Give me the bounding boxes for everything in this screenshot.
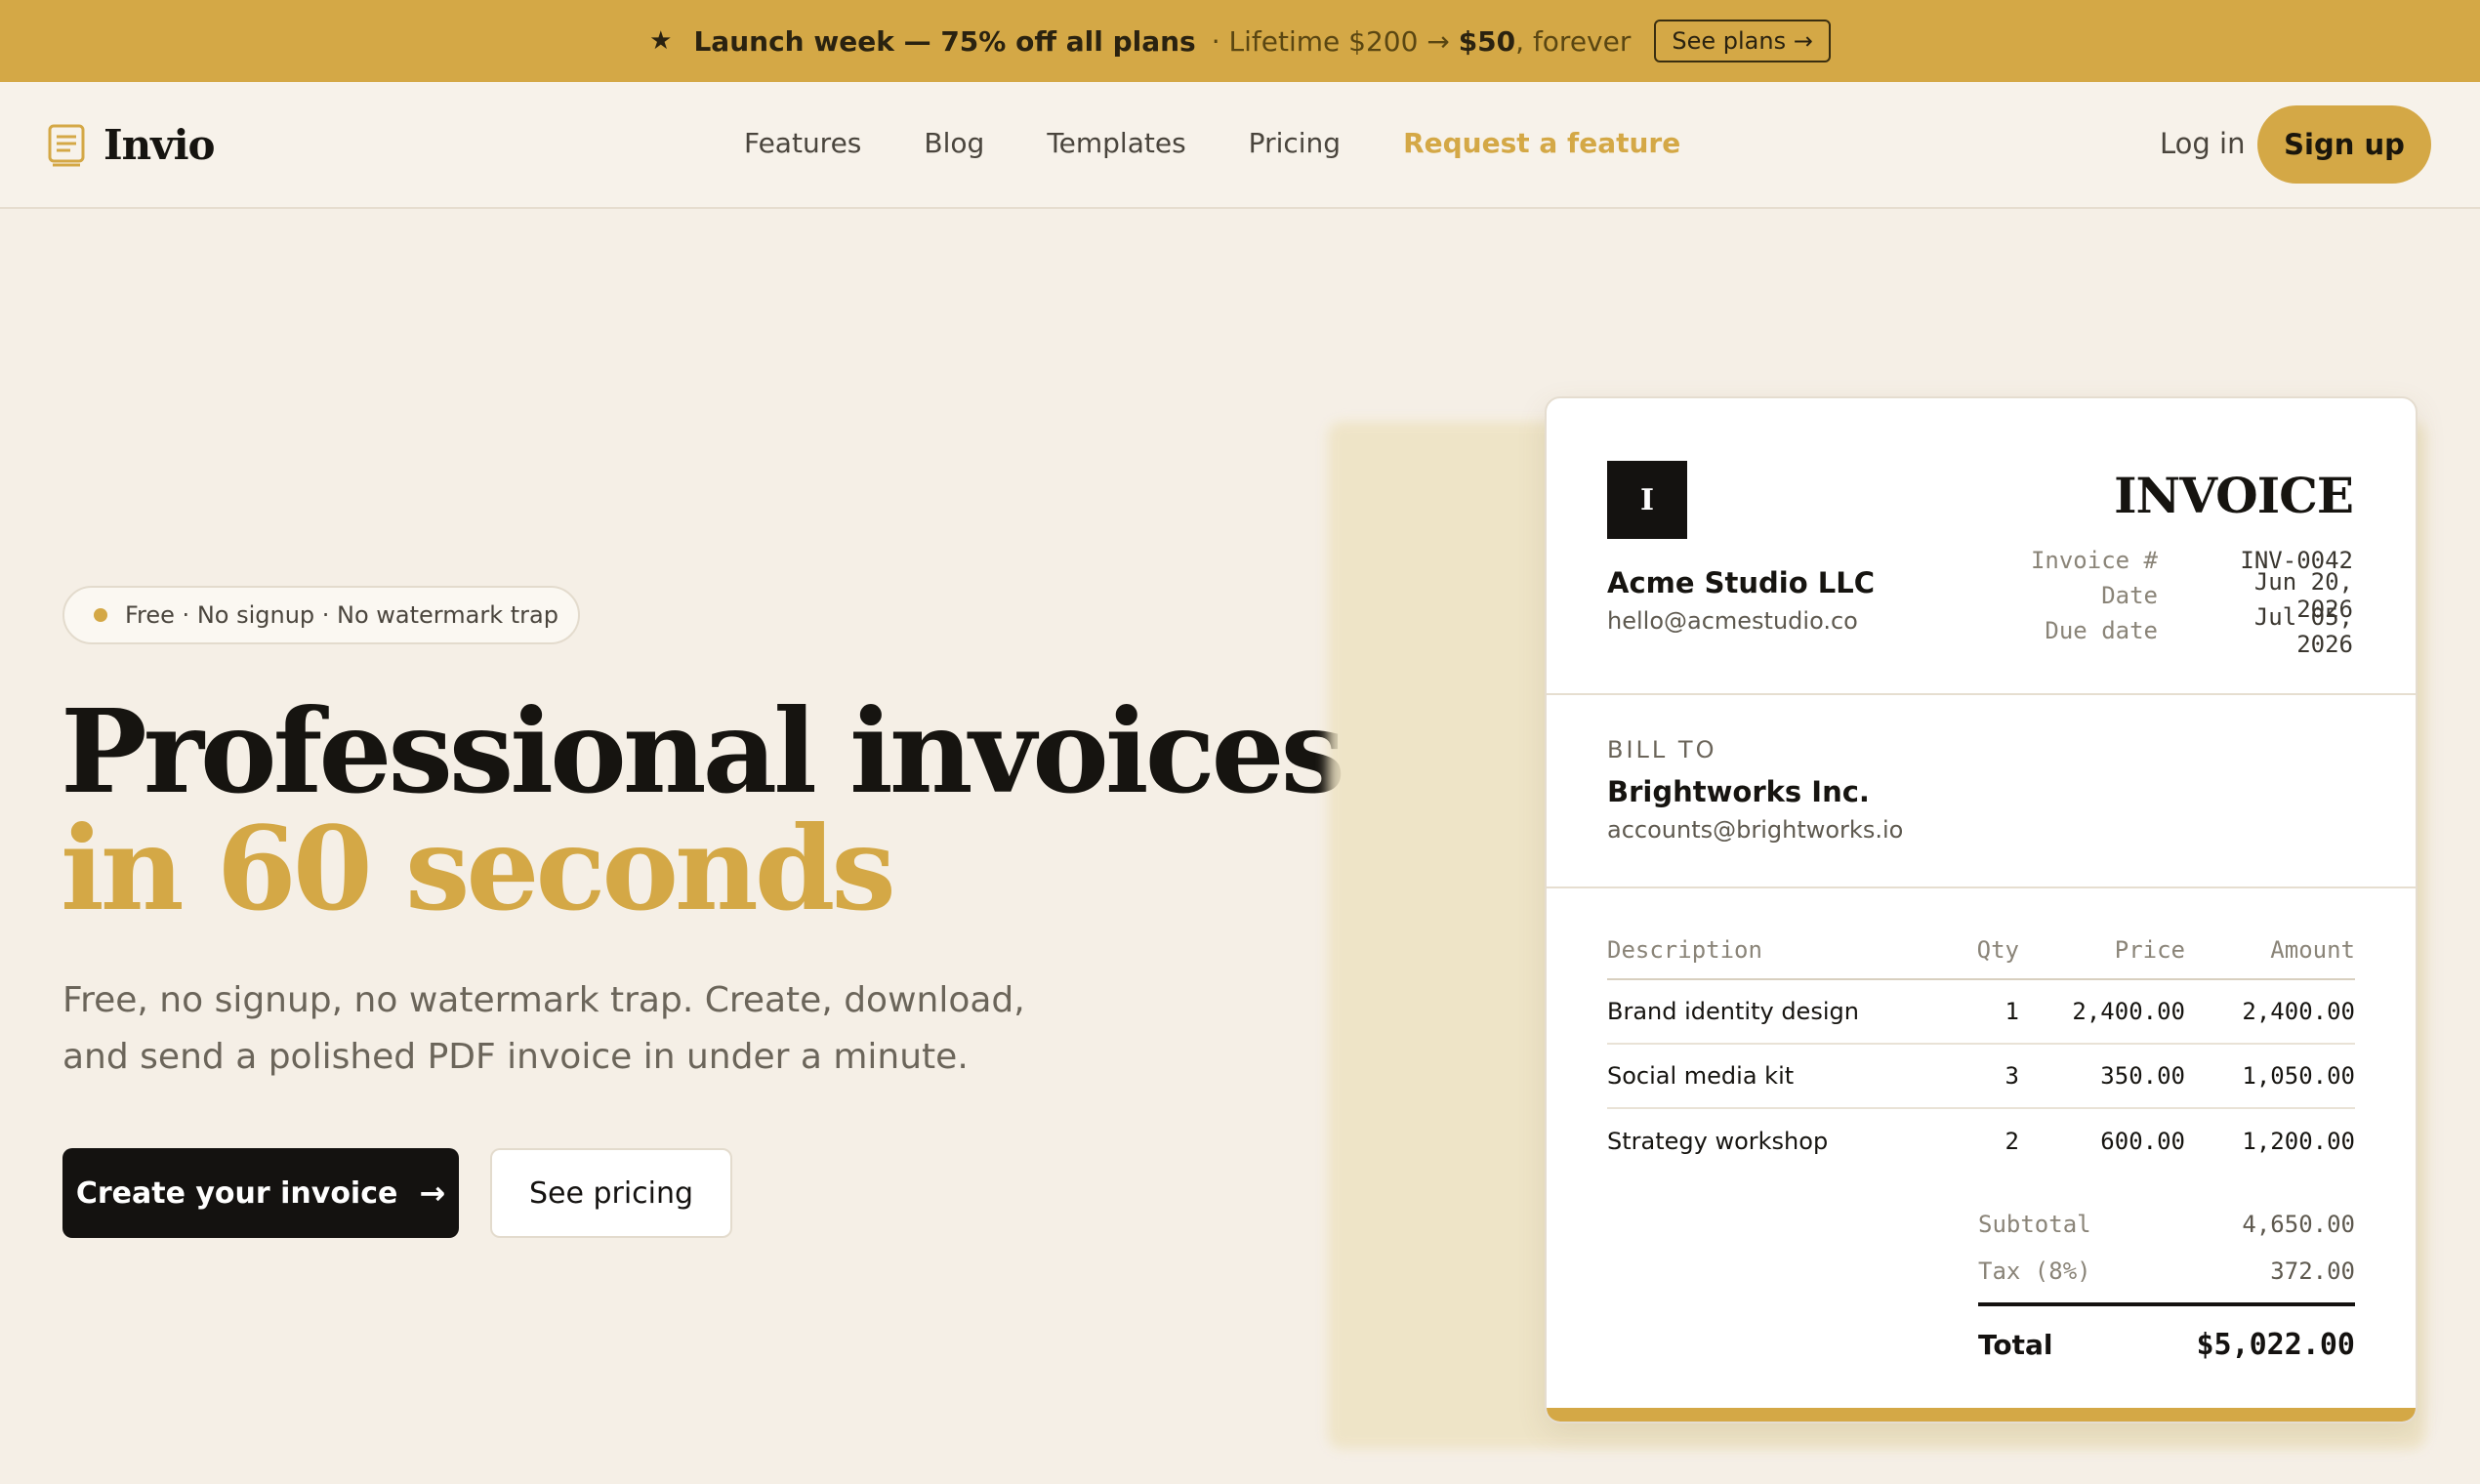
meta-row: Due date Jul 05, 2026 [2002,603,2353,658]
from-company-email: hello@acmestudio.co [1607,607,1858,635]
item-qty: 2 [2005,1128,2019,1155]
column-header-description: Description [1607,936,1762,964]
item-amount: 2,400.00 [2242,998,2355,1025]
invoice-title: INVOICE [2114,467,2354,524]
see-pricing-label: See pricing [528,1175,694,1211]
hero-badge-text: Free · No signup · No watermark trap [125,601,558,629]
signup-button[interactable]: Sign up [2257,105,2431,184]
invoice-totals: Subtotal 4,650.00 Tax (8%) 372.00 Total … [1978,1201,2355,1382]
create-invoice-button[interactable]: Create your invoice → [62,1148,459,1238]
table-row: Brand identity design 1 2,400.00 2,400.0… [1607,980,2355,1045]
promo-lifetime-offer: · Lifetime $200 → $50, forever [1212,25,1632,58]
divider [1547,886,2416,888]
create-invoice-label: Create your invoice [75,1175,398,1211]
hero-title-line1: Professional invoices [61,683,1345,819]
total-label: Total [1978,1328,2053,1361]
meta-key: Invoice # [2030,547,2158,574]
total-value: $5,022.00 [2196,1327,2355,1362]
brand-logo[interactable]: Invio [47,121,216,169]
item-amount: 1,200.00 [2242,1128,2355,1155]
item-description: Strategy workshop [1607,1128,1829,1155]
promo-headline: Launch week — 75% off all plans [693,24,1196,58]
see-pricing-button[interactable]: See pricing [490,1148,732,1238]
brand-name: Invio [103,121,216,169]
meta-value: Jul 05, 2026 [2253,603,2353,658]
tax-row: Tax (8%) 372.00 [1978,1248,2355,1295]
nav-link-features[interactable]: Features [744,127,861,159]
item-description: Brand identity design [1607,998,1859,1025]
subtotal-label: Subtotal [1978,1211,2091,1238]
hero-title: Professional invoices in 60 seconds [61,693,1345,936]
invoice-logo-icon [48,124,85,166]
item-price: 600.00 [2100,1128,2185,1155]
table-header: Description Qty Price Amount [1607,922,2355,980]
bill-to-label: BILL TO [1607,736,1717,763]
invoice-preview: I INVOICE Acme Studio LLC hello@acmestud… [1545,396,2418,1423]
subtotal-row: Subtotal 4,650.00 [1978,1201,2355,1248]
promo-lifetime-suffix: , forever [1515,24,1632,58]
hero-badge: Free · No signup · No watermark trap [62,586,580,644]
promo-lifetime-price: $50 [1458,24,1516,58]
login-link[interactable]: Log in [2160,127,2245,160]
subtotal-value: 4,650.00 [2242,1211,2355,1238]
item-qty: 3 [2005,1062,2019,1090]
hero-title-line2: in 60 seconds [61,801,896,936]
item-price: 2,400.00 [2072,998,2185,1025]
badge-dot-icon [94,608,107,622]
company-logo: I [1607,461,1687,539]
promo-lifetime-prefix: · Lifetime $200 → [1211,24,1459,58]
bill-to-email: accounts@brightworks.io [1607,816,1904,844]
column-header-qty: Qty [1976,936,2019,964]
item-amount: 1,050.00 [2242,1062,2355,1090]
item-qty: 1 [2005,998,2019,1025]
total-row: Total $5,022.00 [1978,1306,2355,1382]
nav-link-blog[interactable]: Blog [924,127,984,159]
table-row: Strategy workshop 2 600.00 1,200.00 [1607,1109,2355,1174]
item-description: Social media kit [1607,1062,1795,1090]
invoice-meta: Invoice # INV-0042 Date Jun 20, 2026 Due d… [2002,543,2353,658]
nav-link-templates[interactable]: Templates [1047,127,1185,159]
tax-label: Tax (8%) [1978,1257,2091,1285]
nav-link-pricing[interactable]: Pricing [1249,127,1341,159]
meta-key: Due date [2045,617,2158,644]
meta-key: Date [2101,582,2158,609]
nav-links: Features Blog Templates Pricing Request … [744,127,1743,159]
star-icon: ★ [649,26,673,56]
invoice-accent-bar [1547,1408,2416,1422]
line-items-table: Description Qty Price Amount Brand ident… [1607,922,2355,1174]
bill-to-name: Brightworks Inc. [1607,775,1870,808]
arrow-right-icon: → [419,1175,446,1212]
tax-value: 372.00 [2270,1257,2355,1285]
promo-banner: ★ Launch week — 75% off all plans · Life… [0,0,2480,82]
divider [1547,693,2416,695]
item-price: 350.00 [2100,1062,2185,1090]
column-header-price: Price [2114,936,2185,964]
table-row: Social media kit 3 350.00 1,050.00 [1607,1045,2355,1109]
nav-link-request-feature[interactable]: Request a feature [1403,127,1680,159]
from-company-name: Acme Studio LLC [1607,566,1875,599]
column-header-amount: Amount [2270,936,2355,964]
hero-subtitle: Free, no signup, no watermark trap. Crea… [62,980,1025,1077]
top-nav: Invio Features Blog Templates Pricing Re… [0,82,2480,209]
see-plans-button[interactable]: See plans → [1654,20,1831,62]
